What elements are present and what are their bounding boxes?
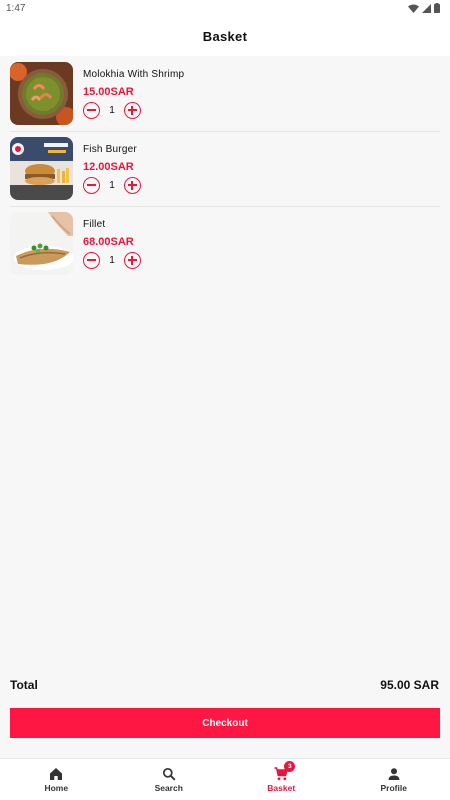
minus-circle-icon[interactable] bbox=[83, 102, 100, 119]
item-info: Fillet 68.00SAR 1 bbox=[83, 218, 141, 269]
status-time: 1:47 bbox=[6, 2, 26, 14]
nav-item-profile[interactable]: Profile bbox=[338, 759, 450, 800]
quantity-stepper: 1 bbox=[83, 177, 141, 194]
plus-circle-icon[interactable] bbox=[124, 102, 141, 119]
item-info: Fish Burger 12.00SAR 1 bbox=[83, 143, 141, 194]
nav-label: Search bbox=[154, 782, 183, 793]
item-price: 68.00SAR bbox=[83, 236, 134, 248]
basket-item: Molokhia With Shrimp 15.00SAR 1 bbox=[0, 56, 450, 131]
wifi-icon bbox=[408, 4, 419, 13]
quantity-value: 1 bbox=[109, 255, 115, 266]
home-icon bbox=[49, 767, 63, 781]
minus-circle-icon[interactable] bbox=[83, 252, 100, 269]
nav-item-basket[interactable]: 3 Basket bbox=[225, 759, 338, 800]
quantity-stepper: 1 bbox=[83, 102, 184, 119]
item-name: Fillet bbox=[83, 219, 106, 230]
nav-item-home[interactable]: Home bbox=[0, 759, 113, 800]
status-icons bbox=[408, 3, 440, 13]
checkout-button[interactable]: Checkout bbox=[10, 708, 440, 738]
nav-label: Profile bbox=[380, 782, 407, 793]
signal-icon bbox=[422, 3, 431, 13]
nav-item-search[interactable]: Search bbox=[113, 759, 226, 800]
total-row: Total 95.00 SAR bbox=[10, 678, 439, 692]
nav-label: Basket bbox=[267, 782, 296, 793]
bottom-nav: Home Search 3 Basket Profile bbox=[0, 758, 450, 800]
battery-icon bbox=[434, 3, 440, 13]
person-icon bbox=[387, 767, 401, 781]
minus-circle-icon[interactable] bbox=[83, 177, 100, 194]
nav-label: Home bbox=[44, 782, 69, 793]
search-icon bbox=[162, 767, 176, 781]
quantity-value: 1 bbox=[109, 180, 115, 191]
quantity-stepper: 1 bbox=[83, 252, 141, 269]
total-label: Total bbox=[10, 678, 38, 692]
item-price: 12.00SAR bbox=[83, 161, 134, 173]
plus-circle-icon[interactable] bbox=[124, 177, 141, 194]
total-value: 95.00 SAR bbox=[380, 678, 439, 692]
app-header: Basket bbox=[0, 16, 450, 56]
page-title: Basket bbox=[202, 28, 248, 44]
fish-burger-photo bbox=[10, 137, 73, 200]
quantity-value: 1 bbox=[109, 105, 115, 116]
molokhia-shrimp-photo bbox=[10, 62, 73, 125]
plus-circle-icon[interactable] bbox=[124, 252, 141, 269]
fish-fillet-photo bbox=[10, 212, 73, 275]
cart-count-badge: 3 bbox=[284, 760, 296, 772]
basket-item: Fillet 68.00SAR 1 bbox=[0, 206, 450, 281]
item-price: 15.00SAR bbox=[83, 86, 134, 98]
item-info: Molokhia With Shrimp 15.00SAR 1 bbox=[83, 68, 184, 119]
cart-icon: 3 bbox=[274, 760, 296, 781]
status-bar: 1:47 bbox=[0, 0, 450, 16]
basket-item: Fish Burger 12.00SAR 1 bbox=[0, 131, 450, 206]
item-name: Molokhia With Shrimp bbox=[83, 69, 185, 80]
basket-list: Molokhia With Shrimp 15.00SAR 1 Fish Bur… bbox=[0, 56, 450, 281]
item-name: Fish Burger bbox=[83, 144, 137, 155]
